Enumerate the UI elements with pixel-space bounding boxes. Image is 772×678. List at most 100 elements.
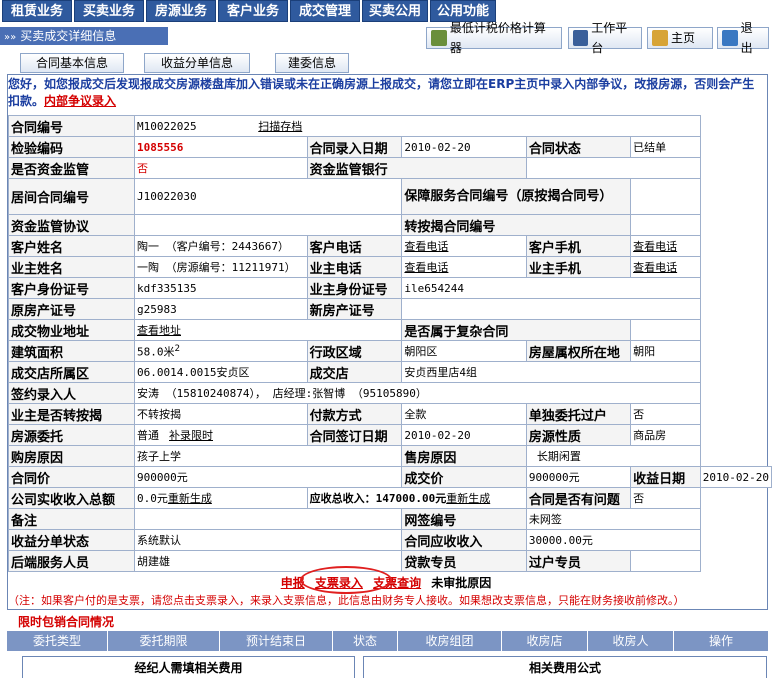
separate-transfer: 否 <box>630 403 701 425</box>
nav-rental[interactable]: 租赁业务 <box>2 0 72 22</box>
workbench-label: 工作平台 <box>591 21 628 55</box>
nav-sales-common[interactable]: 买卖公用 <box>362 0 428 22</box>
nav-deals[interactable]: 成交管理 <box>290 0 360 22</box>
contract-price: 900000元 <box>133 466 403 488</box>
table-row: 业主姓名 一陶 （房源编号：11211971） 业主电话 查看电话 业主手机 查… <box>8 256 772 278</box>
nav-customers[interactable]: 客户业务 <box>218 0 288 22</box>
tax-calculator-button[interactable]: 最低计税价格计算器 <box>426 21 562 55</box>
owner-name: 一陶 （房源编号：11211971） <box>134 256 308 278</box>
owner-id-number: ile654244 <box>401 277 701 299</box>
cell-label: 资金监管协议 <box>8 214 135 236</box>
tab-fee-formula[interactable]: 相关费用公式 <box>363 656 767 678</box>
view-customer-mobile-link[interactable]: 查看电话 <box>630 235 701 257</box>
cell-label: 客户手机 <box>525 235 632 257</box>
supplement-time-limit-link[interactable]: 补录限时 <box>169 429 213 442</box>
col-receiver: 收房人 <box>588 631 674 651</box>
regenerate-actual-link[interactable]: 重新生成 <box>168 492 212 505</box>
exit-button[interactable]: 退出 <box>717 21 769 55</box>
fund-bank-value <box>525 157 701 179</box>
table-row: 成交店所属区 06.0014.0015安贞区 成交店 安贞西里店4组 <box>8 361 772 383</box>
table-row: 检验编码 1085556 合同录入日期 2010-02-20 合同状态 已结单 <box>8 136 772 158</box>
online-sign-number: 未网签 <box>525 508 701 530</box>
cell-label: 收益日期 <box>630 466 701 488</box>
transfer-specialist-value <box>630 550 701 572</box>
table-row: 是否资金监管 否 资金监管银行 <box>8 157 772 179</box>
table-row: 房源委托 普通 补录限时 合同签订日期 2010-02-20 房源性质 商品房 <box>8 424 772 446</box>
view-owner-mobile-link[interactable]: 查看电话 <box>630 256 701 278</box>
cell-label: 业主手机 <box>525 256 632 278</box>
table-row: 成交物业地址 查看地址 是否属于复杂合同 <box>8 319 772 341</box>
actual-income-cell: 0.0元重新生成 <box>134 487 308 509</box>
cell-label: 客户电话 <box>306 235 403 257</box>
cell-label: 转按揭合同编号 <box>401 214 632 236</box>
owner-transfer-mortgage: 不转按揭 <box>134 403 308 425</box>
cell-label: 收益分单状态 <box>8 529 135 551</box>
signing-entry-person: 安涛 （15810240874）， 店经理:张智博 （95105890） <box>134 382 701 404</box>
purchase-reason: 孩子上学 <box>133 445 403 467</box>
building-area-value: 58.0米 <box>137 345 175 359</box>
contract-number: M10022025 <box>137 120 197 133</box>
workbench-button[interactable]: 工作平台 <box>568 21 642 55</box>
new-property-cert <box>401 298 701 320</box>
warning-text: 您好，如您报成交后发现报成交房源楼盘库加入错误或未在正确房源上报成交，请您立即在… <box>8 77 755 108</box>
cell-label: 客户姓名 <box>8 235 135 257</box>
col-actions: 操作 <box>674 631 769 651</box>
area-superscript: 2 <box>174 342 181 354</box>
customer-id-number: kdf335135 <box>134 277 308 299</box>
actual-income: 0.0元 <box>137 492 168 505</box>
cell-label: 新房产证号 <box>306 298 403 320</box>
cell-label: 合同签订日期 <box>306 424 403 446</box>
tab-revenue-split[interactable]: 收益分单信息 <box>144 53 250 73</box>
table-row: 公司实收收入总额 0.0元重新生成 应收总收入：147000.00元重新生成 合… <box>8 487 772 509</box>
warning-message: 您好，如您报成交后发现报成交房源楼盘库加入错误或未在正确房源上报成交，请您立即在… <box>8 76 766 110</box>
regenerate-receivable-link[interactable]: 重新生成 <box>446 492 490 505</box>
tab-contract-basic[interactable]: 合同基本信息 <box>20 53 124 73</box>
cell-label: 居间合同编号 <box>8 178 135 215</box>
highlight-circle <box>300 566 392 594</box>
fund-supervision-value: 否 <box>134 157 308 179</box>
user-icon <box>573 30 589 46</box>
cell-label: 合同状态 <box>525 136 632 158</box>
cell-label: 备注 <box>8 508 135 530</box>
scan-archive-link[interactable]: 扫描存档 <box>258 120 302 133</box>
view-address-link[interactable]: 查看地址 <box>133 319 403 341</box>
complex-contract-value <box>630 319 701 341</box>
cell-label: 后端服务人员 <box>8 550 135 572</box>
internal-dispute-link[interactable]: 内部争议录入 <box>44 94 116 108</box>
tax-calculator-label: 最低计税价格计算器 <box>449 21 546 55</box>
view-owner-phone-link[interactable]: 查看电话 <box>401 256 527 278</box>
page-title-bar: »» 买卖成交详细信息 <box>0 27 168 45</box>
home-button[interactable]: 主页 <box>647 27 713 49</box>
cell-label: 成交店 <box>306 361 403 383</box>
cell-label: 房屋属权所在地 <box>525 340 632 362</box>
cell-label: 合同编号 <box>8 115 135 137</box>
tab-agent-fees[interactable]: 经纪人需填相关费用 <box>22 656 355 678</box>
cell-label: 合同录入日期 <box>306 136 403 158</box>
col-status: 状态 <box>333 631 398 651</box>
table-row: 收益分单状态 系统默认 合同应收收入 30000.00元 <box>8 529 772 551</box>
col-commission-type: 委托类型 <box>7 631 108 651</box>
table-row: 建筑面积 58.0米2 行政区域 朝阳区 房屋属权所在地 朝阳 <box>8 340 772 362</box>
contract-status: 已结单 <box>630 136 701 158</box>
guarantee-contract-value <box>630 178 701 215</box>
col-receiving-store: 收房店 <box>502 631 588 651</box>
view-customer-phone-link[interactable]: 查看电话 <box>401 235 527 257</box>
receivable-income: 147000.00元 <box>375 492 447 505</box>
tab-construction-committee[interactable]: 建委信息 <box>275 53 349 73</box>
nav-sales[interactable]: 买卖业务 <box>74 0 144 22</box>
exit-label: 退出 <box>740 21 753 55</box>
contract-number-cell: M10022025 扫描存档 <box>134 115 701 137</box>
nav-listings[interactable]: 房源业务 <box>146 0 216 22</box>
customer-name: 陶一 （客户编号：2443667） <box>134 235 308 257</box>
unapproved-reason: 未审批原因 <box>431 576 492 590</box>
cell-label: 售房原因 <box>401 445 527 467</box>
deal-store-district: 06.0014.0015安贞区 <box>134 361 308 383</box>
fund-agreement-value <box>133 214 403 236</box>
building-area: 58.0米2 <box>134 340 308 362</box>
cell-label: 业主姓名 <box>8 256 135 278</box>
revenue-date: 2010-02-20 <box>699 466 772 488</box>
payment-method: 全款 <box>401 403 527 425</box>
section-title: 限时包销合同情况 <box>18 615 115 629</box>
cell-label: 单独委托过户 <box>525 403 632 425</box>
cell-label: 是否资金监管 <box>8 157 135 179</box>
